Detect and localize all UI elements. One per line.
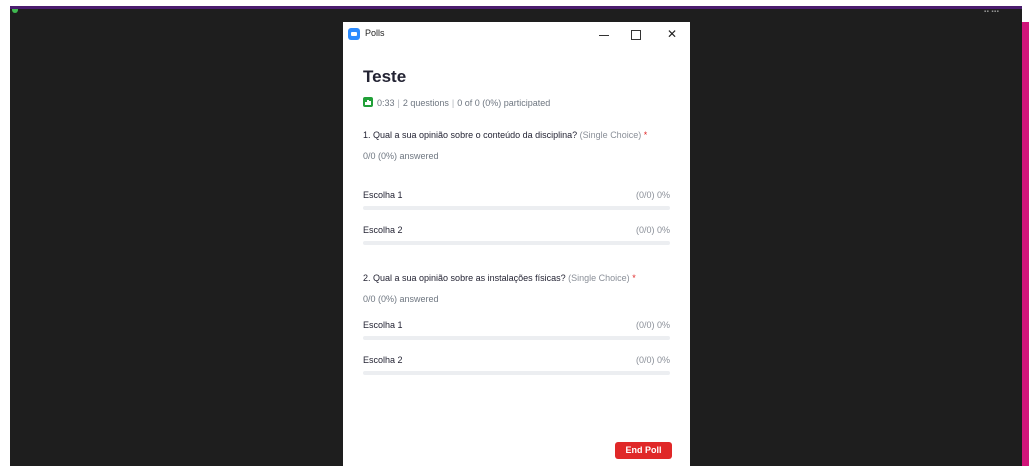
choice-result-bar	[363, 336, 670, 340]
poll-meta: 0:33 | 2 questions | 0 of 0 (0%) participate…	[363, 97, 550, 109]
window-titlebar: Polls ✕	[343, 22, 690, 46]
choice-result: (0/0) 0%	[635, 355, 670, 365]
question-2-choice-1: Escolha 1 (0/0) 0%	[363, 320, 670, 346]
question-2-answered: 0/0 (0%) answered	[363, 294, 439, 304]
required-mark: *	[643, 130, 648, 140]
question-1-label: 1. Qual a sua opinião sobre o conteúdo d…	[363, 130, 578, 140]
choice-label: Escolha 1	[363, 190, 403, 200]
minimize-button[interactable]	[593, 25, 615, 43]
question-1-answered: 0/0 (0%) answered	[363, 151, 439, 161]
choice-label: Escolha 2	[363, 355, 403, 365]
poll-results-icon	[363, 97, 373, 107]
poll-title: Teste	[363, 67, 407, 86]
meeting-top-border	[10, 6, 1022, 9]
choice-result: (0/0) 0%	[635, 225, 670, 235]
screen-right-top	[1022, 0, 1029, 22]
required-mark: *	[632, 273, 636, 283]
poll-question-count: 2 questions	[402, 98, 449, 108]
screen-share-border	[1022, 22, 1029, 466]
poll-participation: 0 of 0 (0%) participated	[457, 98, 551, 108]
close-icon: ✕	[666, 27, 678, 41]
choice-result-bar	[363, 206, 670, 210]
question-1-choice-1: Escolha 1 (0/0) 0%	[363, 190, 670, 216]
close-button[interactable]: ✕	[661, 25, 683, 43]
maximize-icon	[631, 30, 641, 40]
view-options-icon[interactable]: ▪▪ ▪▪▪	[984, 9, 1012, 15]
choice-label: Escolha 1	[363, 320, 403, 330]
poll-duration: 0:33	[377, 98, 395, 108]
zoom-camera-icon	[348, 28, 360, 40]
screen-left-edge	[0, 0, 10, 466]
choice-result-bar	[363, 241, 670, 245]
window-title: Polls	[365, 28, 385, 38]
choice-result-bar	[363, 371, 670, 375]
meta-separator: |	[451, 98, 455, 108]
polls-window: Polls ✕ Teste 0:33 | 2 questions | 0 of 0 (0…	[343, 22, 690, 466]
question-1-choice-2: Escolha 2 (0/0) 0%	[363, 225, 670, 251]
question-2-choice-2: Escolha 2 (0/0) 0%	[363, 355, 670, 381]
end-poll-button[interactable]: End Poll	[615, 442, 672, 459]
question-2-text: 2. Qual a sua opinião sobre as instalaçõ…	[363, 273, 636, 283]
meta-separator: |	[397, 98, 400, 108]
maximize-button[interactable]	[625, 25, 647, 43]
choice-result: (0/0) 0%	[635, 320, 670, 330]
question-2-type: (Single Choice)	[568, 273, 630, 283]
minimize-icon	[599, 35, 609, 36]
question-2-label: 2. Qual a sua opinião sobre as instalaçõ…	[363, 273, 566, 283]
question-1-type: (Single Choice)	[579, 130, 642, 140]
choice-label: Escolha 2	[363, 225, 403, 235]
choice-result: (0/0) 0%	[635, 190, 670, 200]
question-1-text: 1. Qual a sua opinião sobre o conteúdo d…	[363, 130, 647, 140]
